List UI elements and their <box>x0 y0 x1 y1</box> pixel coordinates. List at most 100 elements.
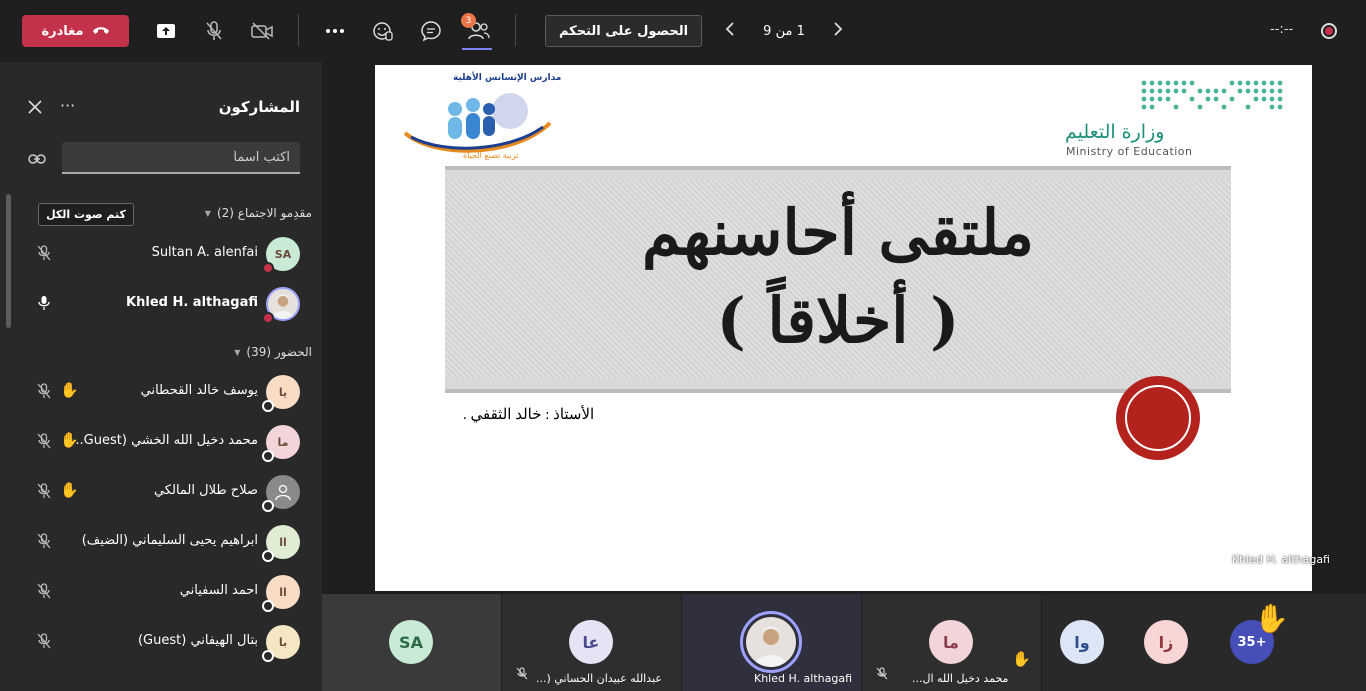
share-tray-icon[interactable] <box>152 17 180 45</box>
mic-off-icon[interactable] <box>37 383 51 403</box>
participant-row[interactable]: صلاح طلال المالكي ✋ <box>0 468 322 518</box>
close-icon[interactable] <box>28 100 42 118</box>
presence-status-icon <box>262 650 274 662</box>
raised-hand-icon: ✋ <box>60 381 79 399</box>
avatar <box>746 617 796 667</box>
school-logo-tagline: تربية تصنع الحياة <box>463 151 519 160</box>
toolbar-divider <box>515 14 516 46</box>
presence-status-icon <box>262 262 274 274</box>
chevron-down-icon: ▼ <box>204 208 211 218</box>
prev-page-icon[interactable] <box>725 21 735 41</box>
gallery-tile-speaking[interactable]: Khled H. althagafi <box>682 594 861 691</box>
participants-icon[interactable]: 3 <box>461 13 493 45</box>
participant-name: احمد السفياني <box>179 583 258 598</box>
participant-name: محمد دخيل الله الخشي (Guest... <box>71 433 258 448</box>
participant-row[interactable]: با بتال الهيفاني (Guest) <box>0 618 322 668</box>
avatar: ما <box>929 620 973 664</box>
gallery-tile[interactable]: ما محمد دخيل الله ال... ✋ <box>862 594 1041 691</box>
share-invite-link-icon[interactable] <box>28 150 46 169</box>
participant-row[interactable]: SA Sultan A. alenfai <box>0 230 322 280</box>
record-icon <box>1321 23 1337 39</box>
presence-status-icon <box>262 600 274 612</box>
panel-title: المشاركون <box>218 98 300 116</box>
mic-off-icon[interactable] <box>37 245 51 265</box>
organizers-section-header[interactable]: ▼ مقدِمو الاجتماع (2) <box>205 206 312 220</box>
school-logo: مدارس الإنسانس الأهلية تربية تصنع الحياة <box>385 71 561 167</box>
meeting-toolbar: مغادرة 3 الحصول على التحكم 1 من 9 --:-- <box>0 0 1366 62</box>
page-indicator: 1 من 9 <box>763 23 805 39</box>
presence-status-icon <box>262 312 274 324</box>
avatar[interactable]: وا <box>1060 620 1104 664</box>
mic-off-icon[interactable] <box>200 17 228 45</box>
attendees-section-header[interactable]: ▼ الحضور (39) <box>234 345 312 359</box>
participants-badge: 3 <box>461 13 476 28</box>
participant-row[interactable]: ما محمد دخيل الله الخشي (Guest... ✋ <box>0 418 322 468</box>
avatar: عا <box>569 620 613 664</box>
presence-status-icon <box>262 500 274 512</box>
presenter-name-tag: Khled H. althagafi <box>1231 553 1330 566</box>
chat-icon[interactable] <box>417 17 445 45</box>
slide-title-band: ملتقى أحاسنهم ( أخلاقاً ) <box>445 166 1231 393</box>
toolbar-divider <box>298 14 299 46</box>
more-icon[interactable] <box>321 17 349 45</box>
tile-name: محمد دخيل الله ال... <box>912 672 1009 685</box>
mic-off-icon[interactable] <box>37 583 51 603</box>
panel-more-icon[interactable]: ··· <box>60 96 75 115</box>
presence-status-icon <box>262 450 274 462</box>
tile-name: عبدالله عبيدان الحساني (... <box>536 672 662 685</box>
participant-name: Khled H. althagafi <box>126 295 258 310</box>
slide-title: ملتقى أحاسنهم <box>641 196 1034 269</box>
decorative-red-circle <box>1116 376 1200 460</box>
mic-on-icon[interactable] <box>37 295 51 315</box>
raised-hand-icon: ✋ <box>60 431 79 449</box>
participant-name: Sultan A. alenfai <box>151 245 258 260</box>
participant-search-input[interactable] <box>62 142 300 174</box>
gallery-tile[interactable]: عا عبدالله عبيدان الحساني (... <box>502 594 681 691</box>
slide-subtitle: ( أخلاقاً ) <box>716 284 960 357</box>
mute-all-button[interactable]: كتم صوت الكل <box>38 203 134 226</box>
mic-off-icon[interactable] <box>37 483 51 503</box>
hang-up-icon <box>92 24 110 39</box>
reactions-icon[interactable] <box>369 17 397 45</box>
raised-hand-icon: ✋ <box>1254 602 1289 635</box>
participant-row[interactable]: يا يوسف خالد القحطاني ✋ <box>0 368 322 418</box>
organizers-title: مقدِمو الاجتماع (2) <box>216 206 312 220</box>
avatar: SA <box>389 620 433 664</box>
slide-pager: 1 من 9 <box>725 17 843 45</box>
slide-teacher-name: الأستاذ : خالد الثقفي . <box>463 407 595 423</box>
participants-active-indicator <box>462 48 492 50</box>
participant-name: ابراهيم يحيى السليماني (الضيف) <box>81 533 258 548</box>
participant-row[interactable]: Khled H. althagafi <box>0 280 322 330</box>
attendees-title: الحضور (39) <box>246 345 312 359</box>
leave-label: مغادرة <box>41 23 84 39</box>
participants-panel: المشاركون ··· ▼ مقدِمو الاجتماع (2) كتم … <box>0 62 322 691</box>
participant-name: بتال الهيفاني (Guest) <box>137 633 258 648</box>
participant-name: يوسف خالد القحطاني <box>140 383 258 398</box>
mic-off-icon <box>876 665 888 684</box>
raised-hand-icon: ✋ <box>1012 650 1031 668</box>
leave-button[interactable]: مغادرة <box>22 15 129 47</box>
teams-meeting-window: مغادرة 3 الحصول على التحكم 1 من 9 --:-- … <box>0 0 1366 691</box>
next-page-icon[interactable] <box>833 21 843 41</box>
mic-off-icon[interactable] <box>37 533 51 553</box>
school-logo-text: مدارس الإنسانس الأهلية <box>453 73 562 83</box>
raised-hand-icon: ✋ <box>60 481 79 499</box>
camera-off-icon[interactable] <box>248 17 276 45</box>
gallery-tile[interactable]: SA <box>322 594 501 691</box>
ministry-name-english: Ministry of Education <box>1066 145 1193 158</box>
presence-status-icon <box>262 550 274 562</box>
tile-name: Khled H. althagafi <box>754 672 853 685</box>
mic-off-icon[interactable] <box>37 633 51 653</box>
avatar[interactable]: زا <box>1144 620 1188 664</box>
gallery-small-tiles: وا زا <box>1042 594 1366 691</box>
ministry-logo-dots <box>1141 80 1283 110</box>
participant-row[interactable]: اا احمد السفياني <box>0 568 322 618</box>
shared-content-stage: وزارة التعليم Ministry of Education مدار… <box>322 62 1366 594</box>
mic-off-icon <box>516 665 528 684</box>
presence-status-icon <box>262 400 274 412</box>
participant-name: صلاح طلال المالكي <box>153 483 258 498</box>
participant-row[interactable]: اا ابراهيم يحيى السليماني (الضيف) <box>0 518 322 568</box>
video-gallery-strip: SA عا عبدالله عبيدان الحساني (... Khled … <box>322 594 1366 691</box>
mic-off-icon[interactable] <box>37 433 51 453</box>
take-control-button[interactable]: الحصول على التحكم <box>545 15 702 47</box>
